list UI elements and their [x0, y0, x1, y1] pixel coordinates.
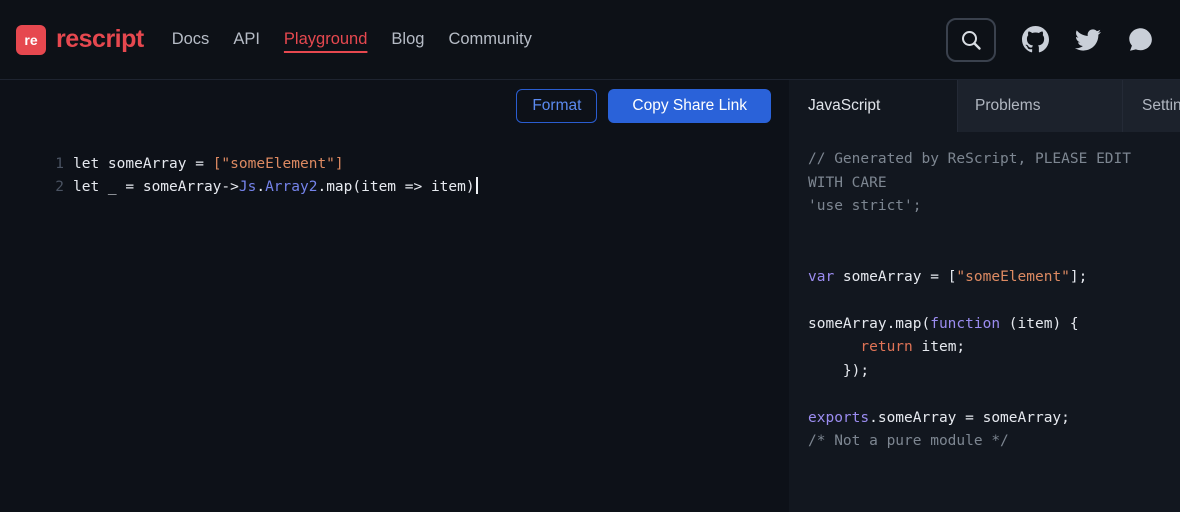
search-icon	[959, 28, 983, 52]
nav-item-docs[interactable]: Docs	[172, 30, 210, 49]
code-token: });	[808, 362, 870, 379]
rescript-logo[interactable]: re rescript	[16, 24, 144, 55]
editor-pane: Format Copy Share Link 1 let someArray = …	[0, 80, 789, 512]
code-token: Js	[238, 179, 257, 195]
code-token: Array2	[265, 179, 318, 195]
code-token: ->	[221, 179, 239, 195]
nav-item-playground[interactable]: Playground	[284, 30, 367, 49]
code-line-content: return item;	[808, 339, 965, 355]
brand-wordmark: rescript	[56, 25, 144, 53]
code-line: return item;	[808, 336, 1168, 360]
rescript-logo-icon: re	[16, 24, 46, 55]
code-token: 'use strict';	[808, 198, 922, 214]
rescript-code-editor[interactable]: 1 let someArray = ["someElement"] 2 let _ =…	[0, 153, 789, 199]
line-number: 1	[55, 156, 64, 172]
nav-item-api[interactable]: API	[233, 30, 260, 49]
discourse-icon[interactable]	[1127, 26, 1154, 53]
code-token: .someArray = someArray;	[869, 409, 1070, 426]
code-line: });	[808, 360, 1168, 384]
code-token: function	[930, 315, 1001, 332]
code-token: /* Not a pure module */	[808, 433, 1009, 449]
navbar: re rescript Docs API Playground Blog Com…	[0, 0, 1180, 80]
code-line-content	[808, 386, 817, 402]
code-token: ];	[1069, 268, 1088, 285]
code-line	[808, 289, 1168, 313]
output-pane: JavaScript Problems Settings // Generate…	[789, 80, 1180, 512]
logo-letters: re	[24, 31, 38, 48]
code-line	[808, 242, 1168, 266]
code-line-content: someArray.map(function (item) {	[808, 316, 1079, 332]
code-token: let _ = someArray	[73, 179, 222, 195]
code-line: var someArray = ["someElement"];	[808, 266, 1168, 290]
tab-javascript[interactable]: JavaScript	[789, 80, 958, 132]
code-token: item;	[912, 339, 966, 355]
code-token: (item) {	[1000, 315, 1079, 332]
code-token: .map(item => item)	[317, 179, 475, 195]
code-line-content	[808, 292, 817, 308]
line-number: 2	[55, 179, 64, 195]
nav-item-blog[interactable]: Blog	[391, 30, 424, 49]
output-tabs: JavaScript Problems Settings	[789, 80, 1180, 132]
code-line-content: });	[808, 363, 869, 379]
code-line-content: let someArray = ["someElement"]	[64, 153, 344, 176]
code-token: .	[256, 179, 266, 195]
tab-problems[interactable]: Problems	[958, 80, 1123, 132]
code-token: "someElement"	[956, 268, 1070, 285]
code-token: someArray.map(	[808, 315, 931, 332]
nav-item-community[interactable]: Community	[448, 30, 531, 49]
tab-settings[interactable]: Settings	[1123, 80, 1180, 132]
twitter-icon[interactable]	[1075, 27, 1101, 53]
js-output-code[interactable]: // Generated by ReScript, PLEASE EDIT WI…	[789, 132, 1180, 454]
nav-links: Docs API Playground Blog Community	[172, 30, 532, 49]
copy-share-link-button[interactable]: Copy Share Link	[608, 89, 771, 123]
code-line-content	[808, 222, 817, 238]
code-token: var	[808, 268, 835, 285]
code-line-content	[808, 245, 817, 261]
code-line: someArray.map(function (item) {	[808, 313, 1168, 337]
code-token: exports	[808, 409, 870, 426]
code-line: exports.someArray = someArray;	[808, 407, 1168, 431]
code-line: 1 let someArray = ["someElement"]	[0, 153, 789, 176]
code-line-content: exports.someArray = someArray;	[808, 410, 1070, 426]
code-token: someArray = [	[834, 268, 957, 285]
code-line-content: /* Not a pure module */	[808, 433, 1009, 449]
editor-toolbar: Format Copy Share Link	[0, 80, 789, 123]
code-line-content: 'use strict';	[808, 198, 922, 214]
code-line: /* Not a pure module */	[808, 430, 1168, 454]
navbar-right	[946, 17, 1164, 62]
code-token: let someArray =	[73, 156, 213, 172]
github-icon[interactable]	[1022, 26, 1049, 53]
format-button[interactable]: Format	[516, 89, 598, 123]
code-line: // Generated by ReScript, PLEASE EDIT WI…	[808, 148, 1168, 195]
code-token: ["someElement"]	[212, 156, 344, 172]
code-line-content: var someArray = ["someElement"];	[808, 269, 1087, 285]
search-button[interactable]	[946, 17, 996, 62]
text-cursor	[475, 177, 478, 194]
code-line-content: // Generated by ReScript, PLEASE EDIT WI…	[808, 151, 1140, 191]
code-line: 'use strict';	[808, 195, 1168, 219]
code-token: return	[860, 339, 913, 355]
code-line-content: let _ = someArray->Js.Array2.map(item =>…	[64, 176, 478, 199]
code-token: // Generated by ReScript, PLEASE EDIT WI…	[808, 151, 1140, 191]
code-line	[808, 219, 1168, 243]
code-line	[808, 383, 1168, 407]
code-line: 2 let _ = someArray->Js.Array2.map(item =…	[0, 176, 789, 199]
main-area: Format Copy Share Link 1 let someArray = …	[0, 80, 1180, 512]
